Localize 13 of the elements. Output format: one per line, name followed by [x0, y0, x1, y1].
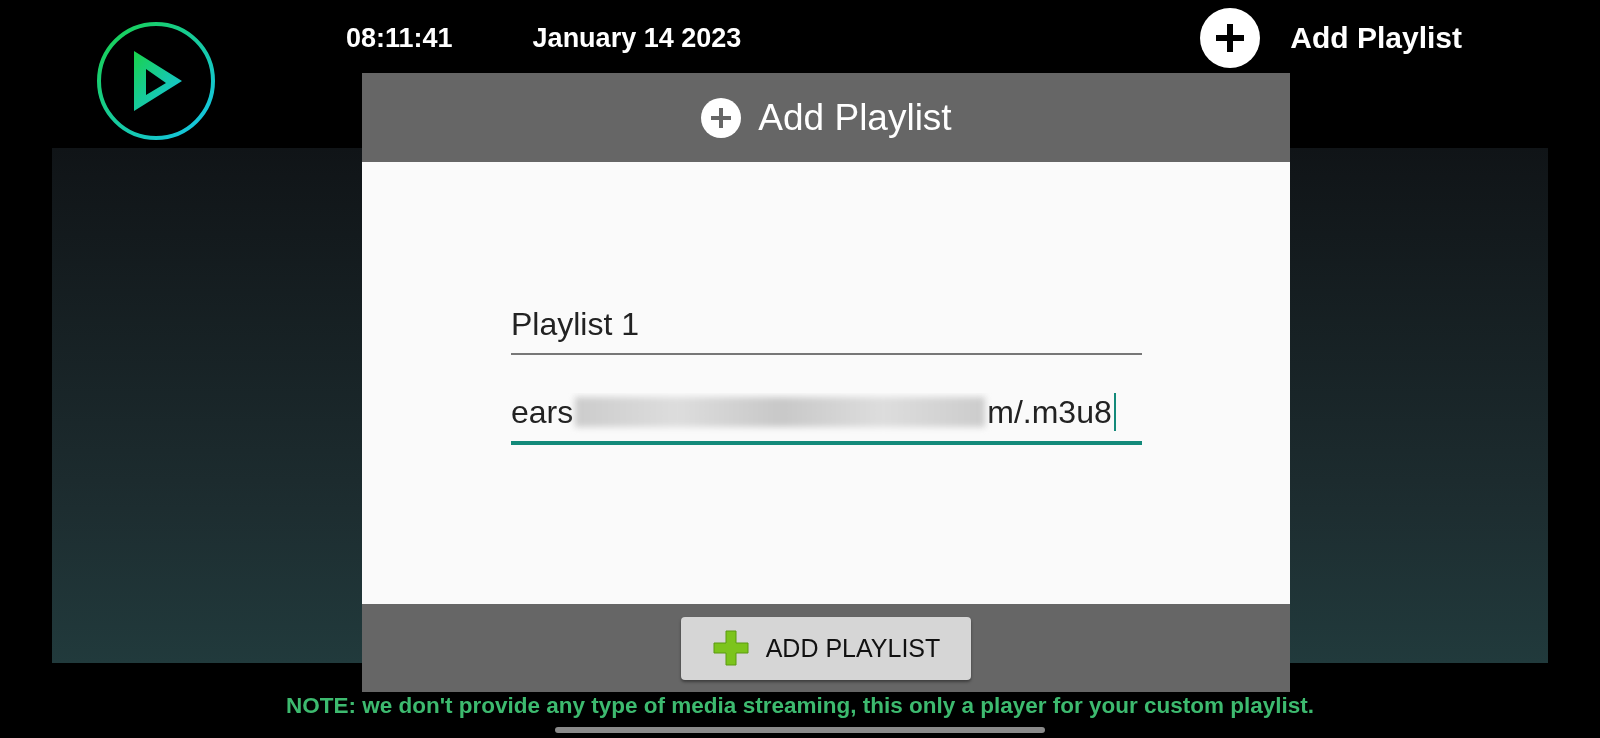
- dialog-title: Add Playlist: [758, 96, 952, 139]
- url-field[interactable]: ears m/.m3u8: [511, 393, 1142, 445]
- plus-icon: [1200, 8, 1261, 68]
- home-indicator[interactable]: [555, 727, 1045, 733]
- note-text: NOTE: we don't provide any type of media streaming, this only a player for your custom playlist.: [284, 693, 1316, 719]
- logo-icon: [96, 21, 216, 141]
- plus-icon: [711, 629, 750, 667]
- input-field[interactable]: Playlist 1: [511, 306, 1142, 355]
- add-playlist-button[interactable]: Add Playlist: [1200, 8, 1462, 68]
- plus-icon: [700, 96, 743, 139]
- date-text: January 14 2023: [532, 22, 742, 54]
- add-playlist-button[interactable]: ADD PLAYLIST: [681, 616, 971, 680]
- clock-time: 08:11:41: [346, 22, 453, 54]
